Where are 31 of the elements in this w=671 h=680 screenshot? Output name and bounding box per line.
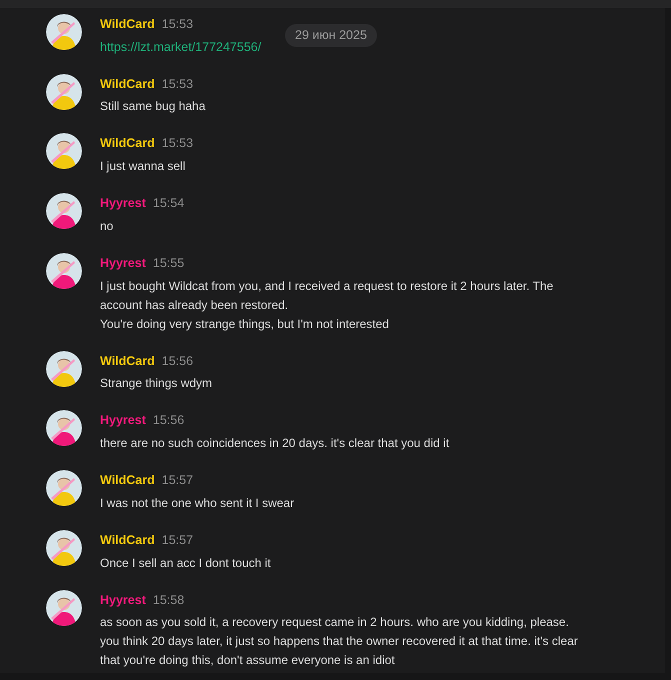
message-time: 15:55 [152,254,184,272]
message-text: I just bought Wildcat from you, and I received a request to restore it 2 hours later. The account has already been restored. You're doing very strange things, but I'm not interested [100,278,554,332]
message-time: 15:53 [162,135,194,152]
message-time: 15:57 [162,472,194,489]
author-name[interactable]: Hyyrest [100,254,146,272]
message-text: no [100,218,114,235]
message-time: 15:58 [152,592,184,608]
author-name[interactable]: Hyyrest [100,194,146,213]
message-text: I was not the one who sent it I swear [100,494,294,512]
message-text: as soon as you sold it, a recovery request came in 2 hours. who are you kidding, please. you think 20 days later, it just so happens that the owner recovered it at that time. it's clear that you're doing this, don't assume everyone is an idiot [100,614,579,670]
message-text: I just wanna sell [100,158,186,175]
message-time: 15:56 [162,352,194,370]
message-time: 15:53 [162,16,194,33]
author-name[interactable]: WildCard [100,530,155,550]
message-time: 15:53 [162,76,194,92]
author-name[interactable]: WildCard [100,352,155,370]
author-name[interactable]: WildCard [100,471,155,490]
author-name[interactable]: WildCard [100,15,155,34]
message-time: 15:57 [162,532,194,549]
author-name[interactable]: WildCard [100,134,155,153]
message-text: there are no such coincidences in 20 days. it's clear that you did it [100,435,450,452]
author-name[interactable]: Hyyrest [100,590,146,610]
author-name[interactable]: WildCard [100,74,155,94]
date-badge: 29 июн 2025 [285,24,377,47]
message-text: Strange things wdym [100,375,212,392]
author-name[interactable]: Hyyrest [100,411,146,430]
message-text: Once I sell an acc I dont touch it [100,554,271,572]
message-time: 15:56 [152,412,184,430]
message-time: 15:54 [152,195,184,212]
message-text: Still same bug haha [100,98,206,116]
message-link[interactable]: https://lzt.market/177247556/ [100,38,262,56]
